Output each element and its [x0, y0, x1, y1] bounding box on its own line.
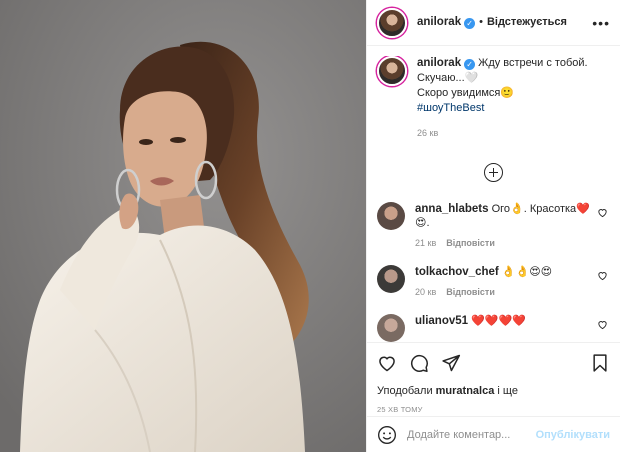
comment-meta: 21 кв Відповісти [415, 236, 592, 250]
commenter-avatar[interactable] [377, 265, 405, 293]
like-comment-heart-icon[interactable] [597, 270, 608, 281]
caption-line-1: Жду встречи с тобой. [478, 57, 588, 69]
share-icon[interactable] [441, 353, 461, 373]
comment-text: ❤️❤️❤️❤️ [471, 315, 526, 327]
post-caption: anilorak ✓ Жду встречи с тобой. Скучаю...… [377, 56, 610, 141]
portrait-image [0, 0, 366, 452]
commenter-username[interactable]: anna_hlabets [415, 203, 489, 215]
comment-text: 👌👌😍😍 [501, 266, 553, 278]
comment-item: anna_hlabets Ого👌. Красотка❤️😍. 21 кв Від… [377, 202, 610, 250]
post-photo[interactable] [0, 0, 366, 452]
reply-button[interactable]: Відповісти [446, 287, 495, 297]
author-avatar[interactable] [377, 7, 407, 38]
bookmark-icon[interactable] [590, 353, 610, 373]
comment-item: ulianov51 ❤️❤️❤️❤️ [377, 314, 610, 342]
posted-time: 25 хв тому [377, 405, 423, 414]
publish-button[interactable]: Опублікувати [536, 429, 610, 441]
like-comment-heart-icon[interactable] [597, 319, 608, 330]
caption-line-2: Скучаю...🤍 [417, 72, 479, 84]
load-more-comments-plus-icon[interactable] [484, 163, 503, 182]
commenter-username[interactable]: tolkachov_chef [415, 266, 499, 278]
caption-username[interactable]: anilorak [417, 57, 461, 69]
comment-time: 21 кв [415, 238, 437, 248]
comment-body: anna_hlabets Ого👌. Красотка❤️😍. 21 кв Від… [415, 202, 610, 250]
action-icons-row [377, 351, 610, 375]
likes-user-link[interactable]: muratnalca [436, 385, 495, 397]
comment-icon[interactable] [409, 353, 429, 373]
heart-icon[interactable] [377, 353, 397, 373]
header-separator: • [479, 16, 483, 28]
caption-time: 26 кв [417, 128, 439, 138]
emoji-icon[interactable] [377, 425, 397, 445]
follow-state-button[interactable]: Відстежується [487, 16, 567, 28]
post-header: anilorak ✓ • Відстежується ••• [367, 0, 620, 46]
caption-line-3: Скоро увидимся🙂 [417, 87, 515, 99]
comment-item: tolkachov_chef 👌👌😍😍 20 кв Відповісти [377, 265, 610, 299]
add-comment-bar: Опублікувати [367, 416, 620, 452]
verified-badge-icon: ✓ [464, 18, 476, 29]
author-username[interactable]: anilorak [417, 16, 461, 28]
like-comment-heart-icon[interactable] [597, 207, 608, 218]
commenter-username[interactable]: ulianov51 [415, 315, 468, 327]
verified-badge-icon: ✓ [464, 59, 476, 70]
comment-body: tolkachov_chef 👌👌😍😍 20 кв Відповісти [415, 265, 610, 299]
author-info: anilorak ✓ • Відстежується [417, 16, 567, 29]
comment-body: ulianov51 ❤️❤️❤️❤️ [415, 314, 610, 342]
post-details-panel: anilorak ✓ • Відстежується ••• anilorak ✓ Жд… [366, 0, 620, 452]
reply-button[interactable]: Відповісти [446, 238, 495, 248]
caption-hashtag-link[interactable]: #шоуTheBest [417, 102, 484, 114]
more-options-icon[interactable]: ••• [592, 15, 610, 31]
commenter-avatar[interactable] [377, 202, 405, 230]
likes-summary: Уподобали muratnalca і ще [377, 385, 610, 397]
post-actions: Уподобали muratnalca і ще 25 хв тому [367, 342, 620, 414]
comments-area[interactable]: anilorak ✓ Жду встречи с тобой. Скучаю...… [367, 56, 620, 342]
caption-text: anilorak ✓ Жду встречи с тобой. Скучаю...… [417, 56, 588, 141]
comment-meta: 20 кв Відповісти [415, 285, 592, 299]
comment-input[interactable] [407, 428, 526, 441]
commenter-avatar[interactable] [377, 314, 405, 342]
likes-suffix[interactable]: і ще [494, 385, 518, 397]
caption-avatar[interactable] [377, 56, 407, 86]
likes-prefix: Уподобали [377, 385, 436, 397]
comment-time: 20 кв [415, 287, 437, 297]
